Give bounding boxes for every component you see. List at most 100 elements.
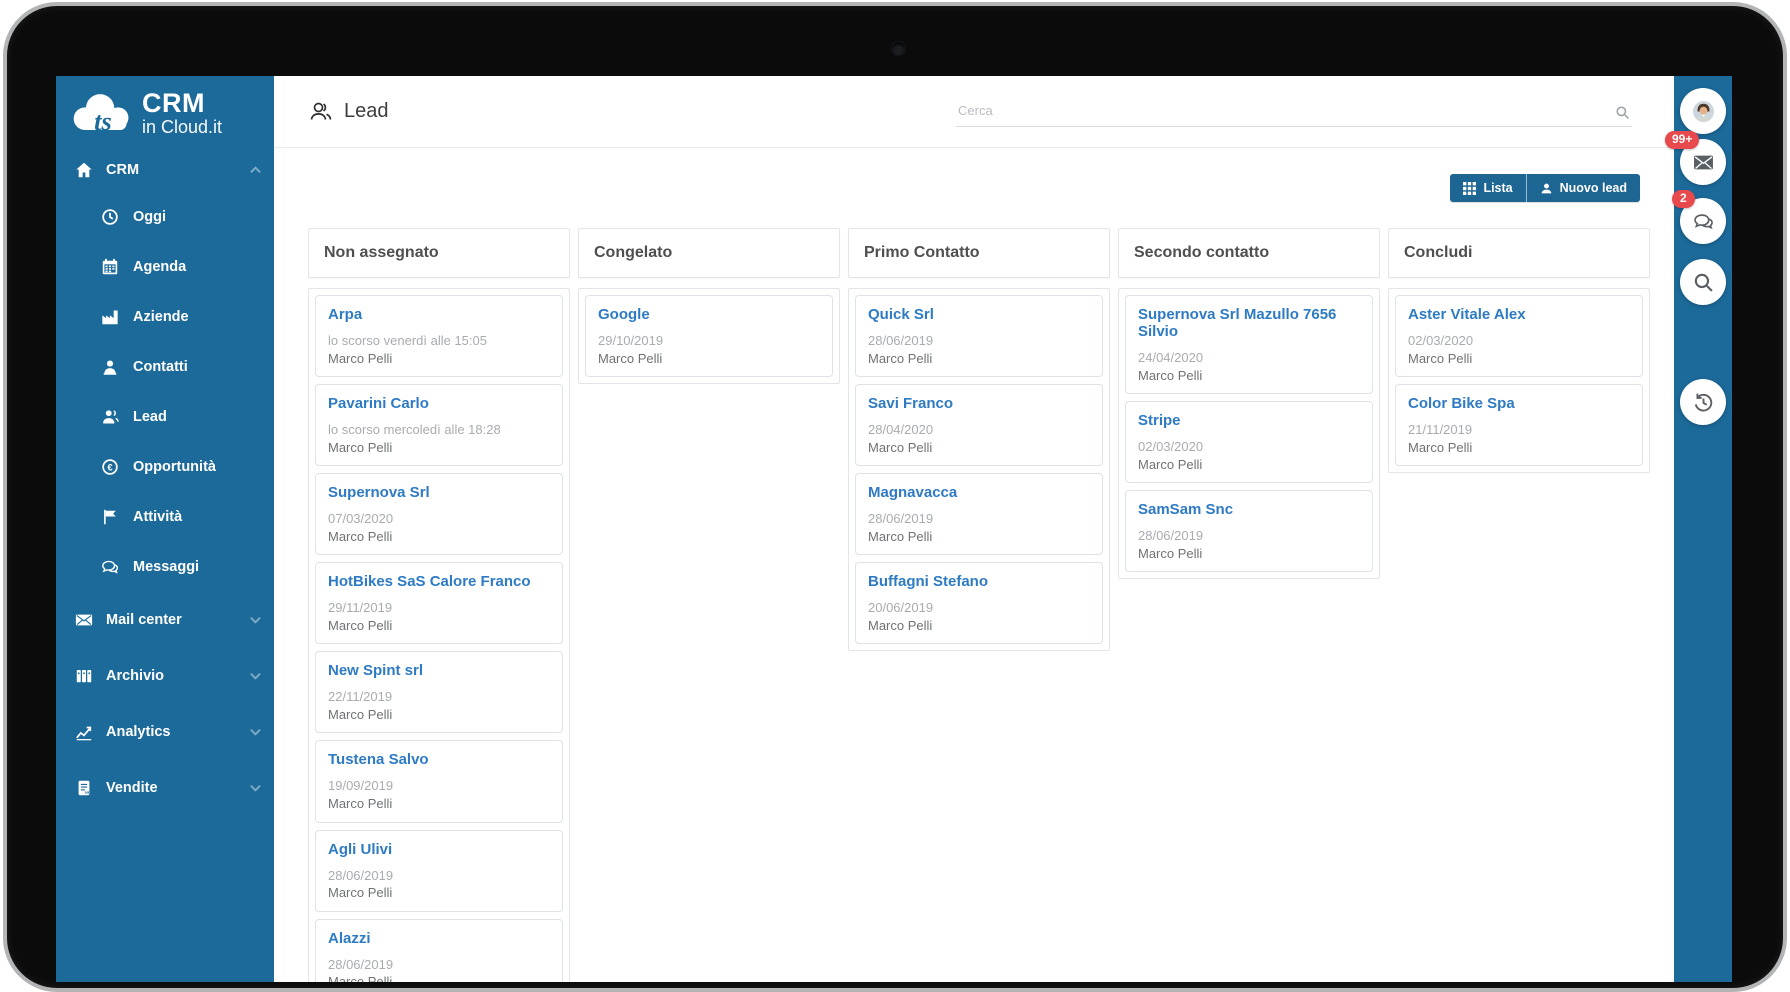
sidebar-sections: Mail center Archivio Analytics Vendite [56,592,274,816]
sidebar-item-messaggi[interactable]: Messaggi [56,542,274,592]
opportunity-icon: € [100,457,120,477]
lead-owner: Marco Pelli [1408,350,1473,366]
mail-button[interactable]: 99+ [1665,131,1726,185]
lead-date: 02/03/2020 [1408,333,1474,348]
chevron-up-icon [250,166,261,174]
sidebar-section-mail-center[interactable]: Mail center [56,592,274,648]
lead-date: lo scorso mercoledì alle 18:28 [328,422,501,438]
message-icon [100,557,120,577]
lead-name: HotBikes SaS Calore Franco [328,573,531,591]
search-input[interactable] [956,96,1632,127]
lead-card[interactable]: Magnavacca 28/06/2019 Marco Pelli [855,473,1103,556]
lista-button[interactable]: Lista [1450,174,1526,202]
lead-card[interactable]: SamSam Snc 28/06/2019 Marco Pelli [1125,490,1373,573]
lead-date: 24/04/2020 [1138,350,1204,365]
envelope-icon [1693,155,1713,169]
chevron-down-icon [250,784,261,792]
lead-card[interactable]: New Spint srl 22/11/2019 Marco Pelli [315,651,563,734]
kanban-column-cards: Arpa lo scorso venerdì alle 15:05 Marco … [308,288,570,982]
home-icon [74,160,94,180]
sidebar-section-label: Mail center [106,612,182,628]
lead-card[interactable]: Arpa lo scorso venerdì alle 15:05 Marco … [315,295,563,378]
chat-button[interactable]: 2 [1672,190,1726,244]
lead-card[interactable]: Supernova Srl 07/03/2020 Marco Pelli [315,473,563,556]
sidebar-section-archivio[interactable]: Archivio [56,648,274,704]
kanban-column-cards: Quick Srl 28/06/2019 Marco Pelli Savi Fr… [848,288,1110,652]
lead-owner: Marco Pelli [598,350,663,366]
search-fab-button[interactable] [1680,259,1726,305]
search-icon[interactable] [1615,105,1630,120]
svg-text:€: € [107,463,113,474]
sales-icon [74,778,94,798]
lead-owner: Marco Pelli [868,439,933,455]
lead-name: Magnavacca [868,484,958,502]
sidebar-section-analytics[interactable]: Analytics [56,704,274,760]
sidebar-section-vendite[interactable]: Vendite [56,760,274,816]
lead-owner: Marco Pelli [328,350,393,366]
sidebar-item-contatti[interactable]: Contatti [56,342,274,392]
sidebar-item-aziende[interactable]: Aziende [56,292,274,342]
sidebar-item-crm[interactable]: CRM [56,148,274,192]
lead-card[interactable]: Stripe 02/03/2020 Marco Pelli [1125,401,1373,484]
lead-card[interactable]: Supernova Srl Mazullo 7656 Silvio 24/04/… [1125,295,1373,395]
kanban-column-header: Congelato [578,228,840,278]
lead-card[interactable]: Buffagni Stefano 20/06/2019 Marco Pelli [855,562,1103,645]
logo-subtitle: in Cloud.it [142,116,223,137]
lead-name: Google [598,306,650,323]
page-header: Lead [274,76,1674,148]
lead-name: Buffagni Stefano [868,573,988,591]
lead-icon [100,407,120,427]
lead-card[interactable]: Tustena Salvo 19/09/2019 Marco Pelli [315,740,563,823]
lead-owner: Marco Pelli [328,439,393,455]
lead-date: 28/06/2019 [328,867,394,883]
lead-card[interactable]: Alazzi 28/06/2019 Marco Pelli [315,918,563,982]
lead-card[interactable]: Quick Srl 28/06/2019 Marco Pelli [855,295,1103,378]
sidebar-section-label: Vendite [106,780,158,796]
chat-bubbles-icon [1693,213,1713,229]
lead-name: Alazzi [328,929,371,947]
sidebar-section-label: Analytics [106,724,171,740]
lead-card[interactable]: Savi Franco 28/04/2020 Marco Pelli [855,384,1103,467]
lead-card[interactable]: Color Bike Spa 21/11/2019 Marco Pelli [1395,384,1643,467]
archive-icon [74,666,94,686]
history-clock-icon [1694,393,1712,411]
nuovo-lead-button[interactable]: Nuovo lead [1525,174,1640,202]
lead-card[interactable]: Pavarini Carlo lo scorso mercoledì alle … [315,384,563,467]
company-icon [100,307,120,327]
sidebar-item-label: Messaggi [133,559,200,575]
kanban-column-header: Concludi [1388,228,1650,278]
kanban-column-concludi: Concludi Aster Vitale Alex 02/03/2020 Ma… [1388,228,1650,982]
lead-owner: Marco Pelli [1138,456,1203,472]
lead-name: SamSam Snc [1138,501,1234,519]
lead-name: New Spint srl [328,662,424,680]
lead-card[interactable]: Agli Ulivi 28/06/2019 Marco Pelli [315,829,563,912]
sidebar-item-oggi[interactable]: Oggi [56,192,274,242]
lead-name: Stripe [1138,412,1181,430]
sidebar-item-lead[interactable]: Lead [56,392,274,442]
lead-date: 07/03/2020 [328,511,394,527]
lead-owner: Marco Pelli [328,796,393,812]
kanban-column-congelato: Congelato Google 29/10/2019 Marco Pelli [578,228,840,982]
mail-badge: 99+ [1665,131,1700,149]
lead-owner: Marco Pelli [328,974,393,982]
sidebar-item-opportunita[interactable]: € Opportunità [56,442,274,492]
lead-card[interactable]: Google 29/10/2019 Marco Pelli [585,295,833,378]
lead-card[interactable]: Aster Vitale Alex 02/03/2020 Marco Pelli [1395,295,1643,378]
chevron-down-icon [250,728,261,736]
history-button[interactable] [1680,379,1726,425]
lead-owner: Marco Pelli [328,528,393,544]
kanban-column-non-assegnato: Non assegnato Arpa lo scorso venerdì all… [308,228,570,982]
cloud-logo-icon: ts [73,94,129,136]
user-avatar[interactable] [1680,88,1726,134]
lead-date: 02/03/2020 [1138,439,1204,455]
lead-owner: Marco Pelli [1138,367,1203,383]
chat-badge: 2 [1672,190,1695,208]
chevron-down-icon [250,616,261,624]
sidebar-item-label: Oggi [133,209,167,225]
lead-card[interactable]: HotBikes SaS Calore Franco 29/11/2019 Ma… [315,562,563,645]
sidebar-item-attivita[interactable]: Attività [56,492,274,542]
camera-dot [892,42,905,55]
sidebar-item-label: Opportunità [133,459,216,475]
sidebar-item-agenda[interactable]: Agenda [56,242,274,292]
avatar-photo [1692,100,1714,122]
